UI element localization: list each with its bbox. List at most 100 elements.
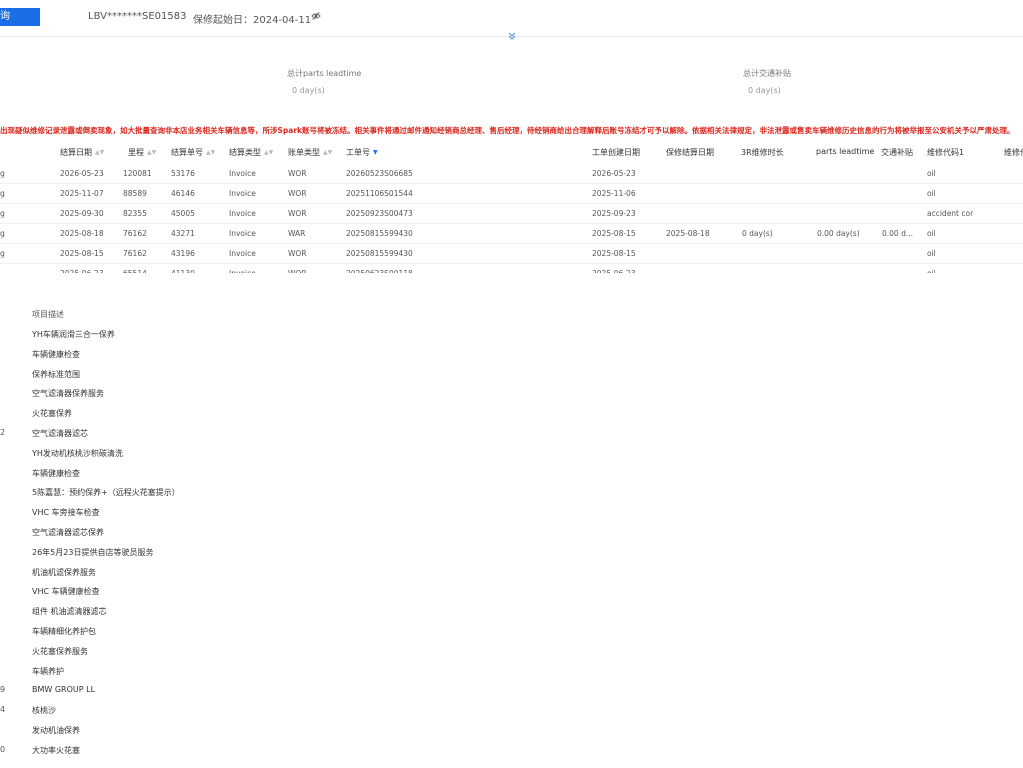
table-cell-mileage: 65514 <box>123 269 147 273</box>
table-cell-wo-no: 20250623S00118 <box>346 269 413 273</box>
table-cell-wo-no: 20251106S01544 <box>346 189 413 198</box>
table-cell-r3: 0 day(s) <box>742 229 773 238</box>
table-cell-bill-type: WOR <box>288 209 307 218</box>
table-cell-mileage: 76162 <box>123 229 147 238</box>
col-header-wo-no[interactable]: 工单号 ▼ <box>346 147 378 158</box>
item-description: 车辆养护 <box>32 666 64 676</box>
row-divider <box>0 183 1023 184</box>
table-cell-wo-date: 2025-09-23 <box>592 209 636 218</box>
items-header: 项目描述 <box>32 310 64 319</box>
col-header-label: 工单号 <box>346 148 370 157</box>
item-description: VHC 车旁接车检查 <box>32 508 100 518</box>
table-cell-c0: g <box>0 169 5 178</box>
item-quantity: 9 <box>0 685 6 695</box>
table-cell-bill-type: WOR <box>288 249 307 258</box>
col-header-3r-duration: 3R维修时长 <box>741 148 784 157</box>
item-description: 车辆健康检查 <box>32 349 80 359</box>
col-header-settle-date[interactable]: 结算日期 ▲▼ <box>60 147 104 158</box>
stat-label-traffic-subsidy: 总计交通补贴 <box>743 69 791 78</box>
table-cell-date: 2025-11-07 <box>60 189 104 198</box>
col-header-parts-leadtime: parts leadtime <box>816 147 875 156</box>
item-description: 核桃沙 <box>32 706 56 716</box>
warranty-start-label: 保修起始日：2024-04-11 <box>193 15 312 26</box>
table-cell-settle-no: 41130 <box>171 269 195 273</box>
col-header-bill-type[interactable]: 账单类型 ▲▼ <box>288 147 332 158</box>
row-divider <box>0 203 1023 204</box>
item-description: 发动机油保养 <box>32 726 80 735</box>
table-cell-date: 2025-08-18 <box>60 229 104 238</box>
table-cell-settle-type: Invoice <box>229 229 256 238</box>
table-cell-wo-no: 20250923S00473 <box>346 209 413 218</box>
table-cell-settle-no: 46146 <box>171 189 195 198</box>
table-cell-bill-type: WOR <box>288 189 307 198</box>
table-cell-wo-date: 2025-08-15 <box>592 249 636 258</box>
table-cell-traffic: 0.00 d... <box>882 229 913 238</box>
vin-label: LBV*******SE01583 <box>88 11 187 22</box>
table-cell-wo-date: 2025-08-15 <box>592 229 636 238</box>
item-description: 空气滤清器保养服务 <box>32 389 104 399</box>
stat-value-parts-leadtime: 0 day(s) <box>292 86 325 95</box>
col-header-label: 结算类型 <box>229 148 261 157</box>
item-description: 保养标准范围 <box>32 369 80 379</box>
stat-label-parts-leadtime: 总计parts leadtime <box>287 69 362 78</box>
item-description: 组件 机油滤清器滤芯 <box>32 607 107 617</box>
item-description: 机油机滤保养服务 <box>32 567 96 577</box>
table-cell-c0: g <box>0 229 5 238</box>
item-quantity: 4 <box>0 705 6 715</box>
table-cell-date: 2025-09-30 <box>60 209 104 218</box>
col-header-settle-no[interactable]: 结算单号 ▲▼ <box>171 147 215 158</box>
table-cell-settle-no: 43196 <box>171 249 195 258</box>
table-cell-settle-no: 45005 <box>171 209 195 218</box>
col-header-label: 里程 <box>128 148 144 157</box>
col-header-warranty-date: 保修结算日期 <box>666 148 714 157</box>
sort-icon[interactable]: ▲▼ <box>147 149 156 156</box>
row-divider <box>0 223 1023 224</box>
table-cell-code1: oil <box>927 189 936 198</box>
item-description: YH发动机核桃沙积碳清洗 <box>32 448 123 458</box>
item-quantity: 2 <box>0 428 6 437</box>
warning-notice: 出现疑似维修记录泄露或倒卖现象，如大批量查询非本店业务相关车辆信息等，所涉Spa… <box>0 126 1015 135</box>
table-cell-settle-type: Invoice <box>229 269 256 273</box>
item-description: 空气滤清器滤芯 <box>32 429 88 438</box>
table-cell-settle-no: 53176 <box>171 169 195 178</box>
item-description: 火花塞保养服务 <box>32 646 88 656</box>
eye-off-icon[interactable] <box>311 11 321 21</box>
item-description: BMW GROUP LL <box>32 685 96 695</box>
sort-icon[interactable]: ▲▼ <box>95 149 104 156</box>
item-description: 26年5月23日提供自店等驶员服务 <box>32 547 154 557</box>
stat-value-traffic-subsidy: 0 day(s) <box>748 86 781 95</box>
table-cell-c0: g <box>0 189 5 198</box>
col-header-repair-code1: 维修代码1 <box>927 148 965 157</box>
col-header-wo-date: 工单创建日期 <box>592 148 640 157</box>
page: 询 LBV*******SE01583 保修起始日：2024-04-11 总计p… <box>0 0 1023 768</box>
table-cell-warranty-date: 2025-08-18 <box>666 229 710 238</box>
table-cell-code1: oil <box>927 269 997 273</box>
col-header-settle-type[interactable]: 结算类型 ▲▼ <box>229 147 273 158</box>
sort-desc-icon[interactable]: ▼ <box>373 149 378 156</box>
sort-icon[interactable]: ▲▼ <box>264 149 273 156</box>
query-button[interactable]: 询 <box>0 8 40 26</box>
item-description: 空气滤清器滤芯保养 <box>32 528 104 537</box>
col-header-label: 结算日期 <box>60 148 92 157</box>
table-cell-code1: oil <box>927 249 936 258</box>
table-cell-mileage: 120081 <box>123 169 152 178</box>
table-cell-c0: g <box>0 209 5 218</box>
table-cell-mileage: 82355 <box>123 209 147 218</box>
table-cell-settle-type: Invoice <box>229 189 256 198</box>
table-cell-wo-no: 20260523S06685 <box>346 169 413 178</box>
table-cell-mileage: 88589 <box>123 189 147 198</box>
table-cell-code1: oil <box>927 229 936 238</box>
col-header-label: 账单类型 <box>288 148 320 157</box>
item-description: YH车辆润滑三合一保养 <box>32 330 115 339</box>
chevron-double-down-icon[interactable] <box>507 31 517 41</box>
sort-icon[interactable]: ▲▼ <box>206 149 215 156</box>
col-header-mileage[interactable]: 里程 ▲▼ <box>128 147 156 158</box>
sort-icon[interactable]: ▲▼ <box>323 149 332 156</box>
table-cell-wo-no: 20250815599430 <box>346 249 413 258</box>
table-cell-date: 2025-06-23 <box>60 269 104 273</box>
item-quantity: 0 <box>0 744 6 754</box>
table-cell-settle-type: Invoice <box>229 169 256 178</box>
table-cell-wo-date: 2026-05-23 <box>592 169 636 178</box>
item-description: VHC 车辆健康检查 <box>32 587 100 597</box>
row-divider <box>0 263 1023 264</box>
